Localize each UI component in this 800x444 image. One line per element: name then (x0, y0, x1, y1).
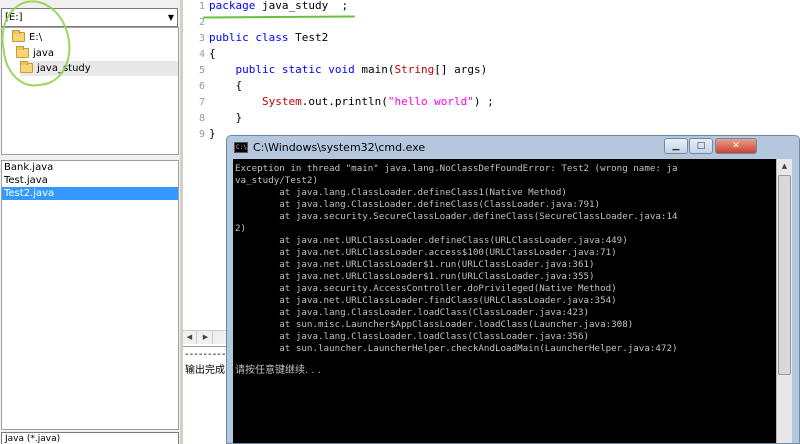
code-token: { (209, 79, 243, 92)
line-number: 6 (198, 81, 205, 92)
console-line: at java.net.URLClassLoader$1.run(URLClas… (235, 271, 595, 282)
file-item-bank[interactable]: Bank.java (2, 161, 178, 174)
chevron-down-icon[interactable]: ▼ (168, 9, 174, 26)
cmd-icon: C:\ (234, 142, 248, 153)
code-token: java_study ; (255, 0, 349, 12)
line-number: 3 (198, 33, 205, 44)
code-token: void (328, 63, 355, 76)
line-number: 5 (198, 65, 205, 76)
console-line: Exception in thread "main" java.lang.NoC… (235, 163, 678, 174)
output-status: 输出完成 (185, 365, 225, 376)
file-filter-select[interactable]: Java (*.java) (1, 432, 179, 444)
tree-item-e-drive[interactable]: E:\ (12, 29, 43, 45)
code-line[interactable]: 9} (183, 126, 216, 142)
code-token: .out.println( (301, 95, 388, 108)
line-number: 4 (198, 49, 205, 60)
code-token: class (255, 31, 289, 44)
code-line[interactable]: 6 { (183, 78, 242, 94)
tree-item-java-study[interactable]: java_study (20, 60, 178, 76)
code-token: } (209, 127, 216, 140)
code-token: "hello world" (387, 95, 474, 108)
console-line: at java.security.AccessController.doPriv… (235, 283, 617, 294)
console-line: at java.lang.ClassLoader.loadClass(Class… (235, 331, 590, 342)
code-token: ) ; (473, 95, 494, 108)
scroll-left-icon[interactable]: ◀ (183, 331, 197, 344)
code-line[interactable]: 3 public class Test2 (183, 30, 328, 46)
console-line: at java.net.URLClassLoader.defineClass(U… (235, 235, 628, 246)
file-item-test2[interactable]: Test2.java (2, 187, 178, 200)
code-token: } (209, 111, 243, 124)
code-token: public (209, 31, 249, 44)
scrollbar-thumb[interactable] (778, 175, 791, 375)
console-line: at java.lang.ClassLoader.loadClass(Class… (235, 307, 590, 318)
console-output[interactable]: Exception in thread "main" java.lang.NoC… (233, 159, 776, 443)
console-line: at sun.launcher.LauncherHelper.checkAndL… (235, 343, 678, 354)
code-token: public (235, 63, 276, 76)
folder-tree: E:\ java java_study (1, 27, 179, 155)
window-title: C:\Windows\system32\cmd.exe (253, 141, 426, 154)
minimize-button[interactable]: ▁ (664, 138, 688, 154)
close-button[interactable]: ✕ (715, 138, 757, 154)
line-number: 7 (198, 97, 205, 108)
folder-open-icon (20, 60, 33, 73)
code-line[interactable]: 1 package java_study ; (183, 0, 348, 14)
line-number: 9 (198, 129, 205, 140)
code-token: package (209, 0, 256, 12)
maximize-button[interactable]: □ (689, 138, 713, 154)
console-line: 2) (235, 223, 247, 234)
drive-select[interactable]: [E:] ▼ (1, 8, 178, 27)
console-line: at java.lang.ClassLoader.defineClass(Cla… (235, 199, 601, 210)
code-line[interactable]: 7 System.out.println("hello world") ; (183, 94, 494, 110)
folder-open-icon (12, 29, 25, 42)
drive-select-value: [E:] (5, 12, 23, 23)
code-token: String (394, 63, 435, 76)
code-token: [] args) (434, 63, 488, 76)
code-token: static (281, 63, 322, 76)
tree-item-label: E:\ (29, 32, 43, 43)
code-line[interactable]: 5 public static void main(String[] args) (183, 62, 487, 78)
file-item-test[interactable]: Test.java (2, 174, 178, 187)
cmd-window[interactable]: C:\ C:\Windows\system32\cmd.exe ▁ □ ✕ Ex… (226, 135, 800, 444)
console-line: 请按任意键继续. . . (235, 365, 321, 376)
code-token: Test2 (288, 31, 329, 44)
tree-item-label: java_study (37, 63, 91, 74)
code-token: { (209, 47, 216, 60)
console-line: at java.lang.ClassLoader.defineClass1(Na… (235, 187, 567, 198)
file-browser-panel: [E:] ▼ E:\ java java_study Bank.java Tes… (0, 0, 180, 444)
console-vertical-scrollbar[interactable]: ▲ (776, 159, 792, 443)
console-line: at java.net.URLClassLoader$1.run(URLClas… (235, 259, 595, 270)
tree-item-java[interactable]: java (16, 45, 54, 61)
code-token: System (261, 95, 302, 108)
code-token: main( (354, 63, 395, 76)
tree-item-label: java (33, 48, 54, 59)
scroll-up-icon[interactable]: ▲ (777, 159, 792, 174)
console-line: va_study/Test2) (235, 175, 318, 186)
line-number: 2 (198, 17, 205, 28)
cmd-titlebar[interactable]: C:\ C:\Windows\system32\cmd.exe ▁ □ ✕ (227, 136, 799, 159)
console-line: at java.net.URLClassLoader.access$100(UR… (235, 247, 617, 258)
file-list: Bank.java Test.java Test2.java (1, 160, 179, 430)
console-line: at sun.misc.Launcher$AppClassLoader.load… (235, 319, 634, 330)
scroll-right-icon[interactable]: ▶ (199, 331, 213, 344)
folder-open-icon (16, 45, 29, 58)
code-line[interactable]: 4{ (183, 46, 216, 62)
line-number: 1 (198, 1, 205, 12)
console-line: at java.security.SecureClassLoader.defin… (235, 211, 678, 222)
console-line: at java.net.URLClassLoader.findClass(URL… (235, 295, 617, 306)
code-line[interactable]: 8 } (183, 110, 242, 126)
line-number: 8 (198, 113, 205, 124)
